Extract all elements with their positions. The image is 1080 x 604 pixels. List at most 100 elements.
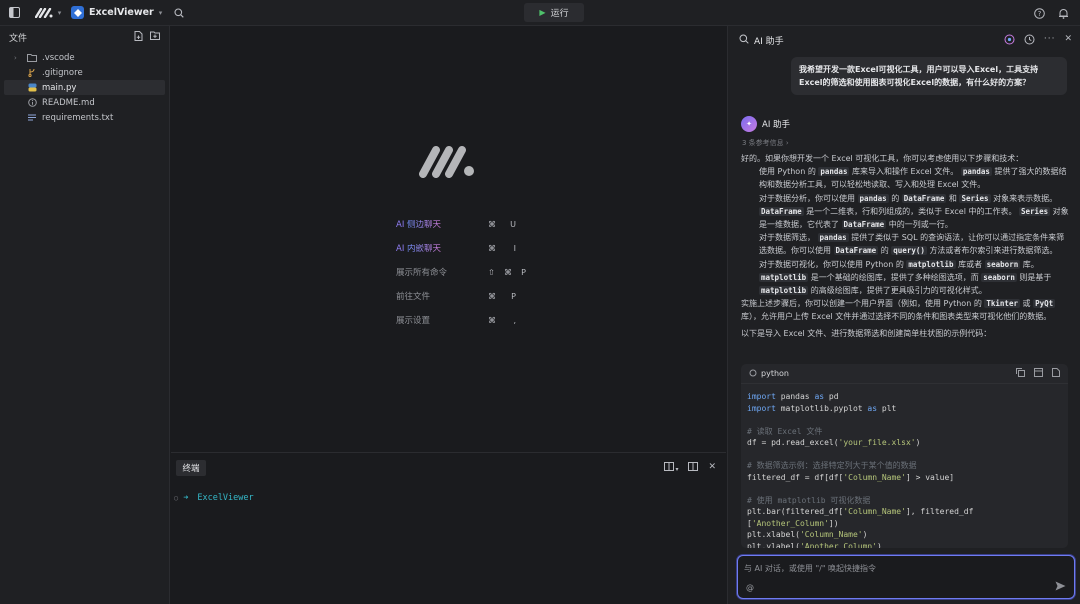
- new-file-icon[interactable]: [1052, 368, 1060, 379]
- editor-area: AI 侧边聊天 ⌘ U AI 内嵌聊天 ⌘ I 展示所有命令 ⇧ ⌘ P 前往文件 ⌘ P…: [171, 26, 726, 452]
- code-intro: 以下是导入 Excel 文件、进行数据筛选和创建简单柱状图的示例代码：: [741, 328, 992, 338]
- key: U: [510, 219, 516, 229]
- cmd-key: ⌘: [503, 267, 512, 277]
- terminal-prompt[interactable]: ○ ➜ ExcelViewer: [174, 493, 254, 503]
- tree-item-main-py[interactable]: main.py: [4, 80, 165, 95]
- layout-icon[interactable]: ▾: [664, 462, 678, 474]
- toggle-sidebar-icon[interactable]: [3, 2, 25, 24]
- ai-avatar: ✦: [741, 116, 757, 132]
- shortcut-label: 展示设置: [396, 316, 431, 326]
- code-line: df = pd.read_excel('your_file.xlsx'): [747, 438, 921, 447]
- svg-text:?: ?: [1037, 10, 1041, 18]
- tree-item-requirements[interactable]: requirements.txt: [4, 110, 165, 125]
- tree-item-label: main.py: [42, 82, 77, 93]
- insert-icon[interactable]: [1034, 368, 1043, 379]
- close-icon[interactable]: ✕: [1064, 34, 1072, 48]
- code-block: python import pandas as pd import matplot…: [741, 364, 1068, 548]
- cmd-key: ⌘: [488, 243, 496, 253]
- code-line: plt.ylabel('Another_Column'): [747, 541, 882, 549]
- tree-item-vscode[interactable]: › .vscode: [4, 50, 165, 65]
- new-folder-icon[interactable]: [150, 31, 160, 44]
- shortcut-label: 侧边聊天: [407, 220, 442, 230]
- ai-prefix: AI: [396, 244, 405, 254]
- answer-step: 对于数据可视化，你可以使用 Python 的 matplotlib 库或者 se…: [759, 259, 1052, 296]
- folder-icon: [27, 53, 37, 63]
- prompt-arrow-icon: ➜: [183, 493, 189, 503]
- code-line: plt.xlabel('Column_Name'): [747, 530, 868, 539]
- ai-assistant-panel: AI 助手 ··· ✕ 我希望开发一款Excel可视化工具，用户可以导入Exce…: [727, 26, 1080, 604]
- tree-item-label: .vscode: [42, 52, 75, 63]
- more-icon[interactable]: ···: [1044, 34, 1056, 48]
- context-icon[interactable]: [1004, 34, 1015, 48]
- ai-chat-icon: [739, 34, 749, 47]
- shortcut-label: 前往文件: [396, 292, 431, 302]
- chevron-down-icon: ▾: [158, 8, 163, 17]
- chevron-down-icon: ▾: [675, 466, 679, 473]
- run-label: 运行: [550, 9, 569, 19]
- shortcut-label: 内嵌聊天: [407, 244, 442, 254]
- cmd-key: ⌘: [488, 219, 496, 229]
- new-file-icon[interactable]: [134, 30, 143, 44]
- code-line: # 读取 Excel 文件: [747, 426, 823, 436]
- prompt-dot-icon: ○: [174, 494, 179, 502]
- code-line: # 使用 matplotlib 可视化数据: [747, 495, 871, 505]
- code-line: plt.bar(filtered_df['Column_Name'], filt…: [747, 507, 974, 516]
- ai-prefix: AI: [396, 220, 405, 230]
- key: I: [513, 243, 516, 253]
- file-explorer: 文件 › .vscode .gitignore main.py README.m…: [0, 26, 170, 604]
- info-icon: [27, 98, 37, 108]
- notification-icon[interactable]: [1052, 2, 1074, 24]
- mention-icon[interactable]: @: [746, 583, 754, 592]
- send-icon[interactable]: [1055, 581, 1066, 594]
- answer-intro: 好的。如果你想开发一个 Excel 可视化工具，你可以考虑使用以下步骤和技术：: [741, 154, 1024, 163]
- chevron-down-icon: ▾: [57, 8, 62, 17]
- shortcut-inline-chat[interactable]: AI 内嵌聊天 ⌘ I: [396, 236, 516, 260]
- code-line: ['Another_Column']): [747, 518, 839, 528]
- split-terminal-icon[interactable]: [688, 462, 699, 474]
- shortcut-side-chat[interactable]: AI 侧边聊天 ⌘ U: [396, 212, 516, 236]
- close-icon[interactable]: ✕: [708, 462, 716, 474]
- terminal-cwd: ExcelViewer: [197, 493, 254, 503]
- shortcut-go-to-file[interactable]: 前往文件 ⌘ P: [396, 284, 516, 308]
- shortcut-settings[interactable]: 展示设置 ⌘,: [396, 308, 516, 332]
- tree-item-label: .gitignore: [42, 67, 83, 78]
- shift-key: ⇧: [488, 267, 495, 277]
- text-file-icon: [27, 113, 37, 123]
- bot-name: AI 助手: [762, 120, 791, 130]
- help-icon[interactable]: ?: [1028, 2, 1050, 24]
- answer-summary: 实施上述步骤后，你可以创建一个用户界面（例如，使用 Python 的 Tkint…: [741, 299, 1056, 322]
- code-line: import matplotlib.pyplot as plt: [747, 403, 897, 413]
- tree-item-readme[interactable]: README.md: [4, 95, 165, 110]
- chevron-right-icon: ›: [14, 53, 17, 62]
- shortcut-show-commands[interactable]: 展示所有命令 ⇧ ⌘ P: [396, 260, 526, 284]
- key: P: [521, 267, 526, 277]
- copy-icon[interactable]: [1016, 368, 1025, 379]
- chat-input[interactable]: 与 AI 对话，或使用 "/" 唤起快捷指令 @: [737, 555, 1075, 599]
- cmd-key: ⌘: [488, 315, 496, 325]
- run-button[interactable]: ▶ 运行: [524, 3, 584, 22]
- ai-answer: 好的。如果你想开发一个 Excel 可视化工具，你可以考虑使用以下步骤和技术： …: [741, 152, 1071, 340]
- title-bar: ▾ ExcelViewer ▾ ▶ 运行 ?: [0, 0, 1080, 26]
- tab-terminal[interactable]: 终端: [176, 460, 206, 476]
- code-line: # 数据筛选示例：选择特定列大于某个值的数据: [747, 461, 917, 470]
- git-icon: [27, 68, 37, 78]
- shortcut-label: 展示所有命令: [396, 268, 448, 278]
- code-line: filtered_df = df[df['Column_Name'] > val…: [747, 472, 955, 482]
- ai-panel-title: AI 助手: [754, 36, 784, 47]
- tree-item-label: README.md: [42, 97, 95, 108]
- app-logo-icon: [419, 142, 479, 181]
- answer-step: 使用 Python 的 pandas 库来导入和操作 Excel 文件。 pan…: [759, 167, 1067, 190]
- code-line: import pandas as pd: [747, 392, 839, 401]
- key: P: [511, 291, 516, 301]
- project-selector[interactable]: ExcelViewer ▾: [71, 6, 162, 19]
- code-content: import pandas as pd import matplotlib.pyp…: [741, 384, 1068, 548]
- tree-item-gitignore[interactable]: .gitignore: [4, 65, 165, 80]
- app-logo-icon[interactable]: ▾: [31, 2, 65, 24]
- search-icon[interactable]: [168, 2, 190, 24]
- code-language: python: [761, 369, 789, 378]
- references-link[interactable]: 3 条参考信息 ›: [742, 138, 789, 148]
- answer-step: 对于数据分析，你可以使用 pandas 的 DataFrame 和 Series…: [759, 193, 1069, 230]
- history-icon[interactable]: [1024, 34, 1035, 48]
